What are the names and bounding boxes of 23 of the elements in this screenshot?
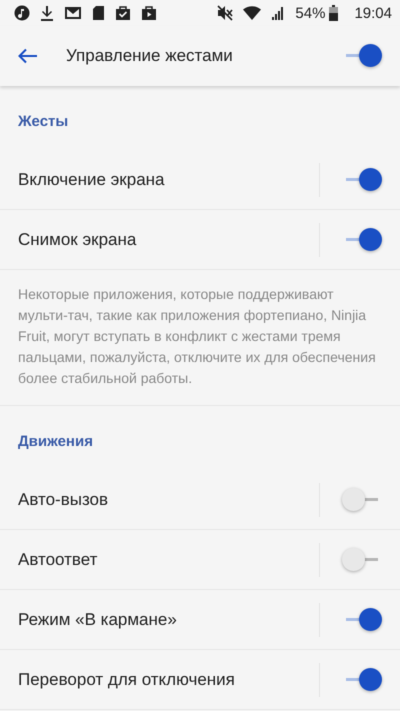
setting-label: Снимок экрана — [18, 230, 138, 250]
clipboard-check-icon — [115, 5, 131, 21]
mute-icon — [217, 5, 234, 21]
setting-label: Режим «В кармане» — [18, 610, 178, 630]
battery-icon — [329, 5, 338, 21]
sd-card-icon — [92, 5, 105, 21]
music-icon — [14, 5, 30, 21]
back-arrow-icon[interactable] — [18, 48, 38, 64]
setting-label: Автоответ — [18, 550, 98, 570]
screen-title: Управление жестами — [66, 46, 234, 66]
download-icon — [40, 5, 54, 21]
mail-icon — [64, 5, 82, 21]
setting-label: Переворот для отключения — [18, 670, 236, 690]
section-header: Жесты — [17, 112, 70, 132]
info-note: Некоторые приложения, которые поддерживают мульти-тач, такие как приложения фортепиано, Ninjia Fruit, могут вступать в конфликт с жестами тремя пальцами, пожалуйста, отключите их для обеспечения более стабильной работы. — [0, 270, 400, 406]
briefcase-play-icon — [141, 5, 157, 21]
setting-label: Авто-вызов — [18, 490, 110, 510]
section-header: Движения — [17, 432, 94, 452]
signal-icon — [271, 6, 286, 20]
battery-percent: 54% — [295, 4, 326, 22]
setting-label: Включение экрана — [18, 170, 166, 190]
wifi-icon — [243, 6, 262, 20]
clock-time: 19:04 — [354, 4, 392, 22]
